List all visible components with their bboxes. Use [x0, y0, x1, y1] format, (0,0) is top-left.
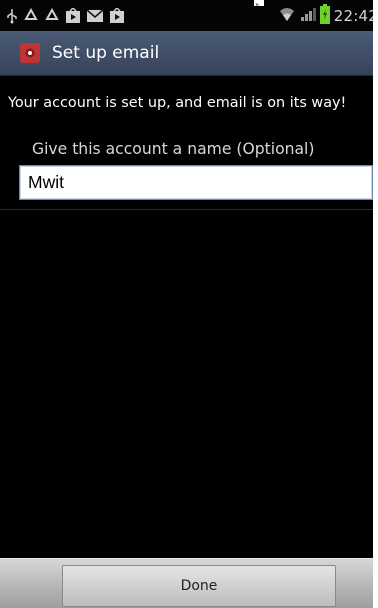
battery-icon: [319, 4, 330, 28]
recycle-icon: [44, 8, 60, 24]
email-setup-screen: ู: [0, 0, 378, 608]
play-store-icon: [109, 8, 125, 24]
wifi-icon: [278, 5, 296, 27]
gmail-icon: [86, 8, 104, 24]
screen-edge: [373, 0, 378, 608]
done-button[interactable]: Done: [62, 565, 336, 607]
title-bar: Set up email: [0, 31, 378, 76]
notification-icons: [6, 8, 125, 24]
usb-icon: [6, 8, 18, 24]
account-name-input[interactable]: [19, 165, 373, 200]
status-bar: ู: [0, 0, 378, 31]
system-icons: 22:42: [278, 4, 378, 28]
bottom-bar: Done: [0, 558, 378, 608]
page-title: Set up email: [52, 43, 160, 63]
status-time: 22:42: [333, 7, 378, 25]
email-app-icon: [20, 43, 40, 63]
recycle-icon: [23, 8, 39, 24]
signal-icon: [300, 6, 316, 26]
overlay-character: ู: [254, 0, 264, 6]
setup-complete-message: Your account is set up, and email is on …: [8, 95, 347, 111]
divider: [0, 209, 378, 210]
play-store-icon: [65, 8, 81, 24]
account-name-label: Give this account a name (Optional): [32, 140, 315, 158]
